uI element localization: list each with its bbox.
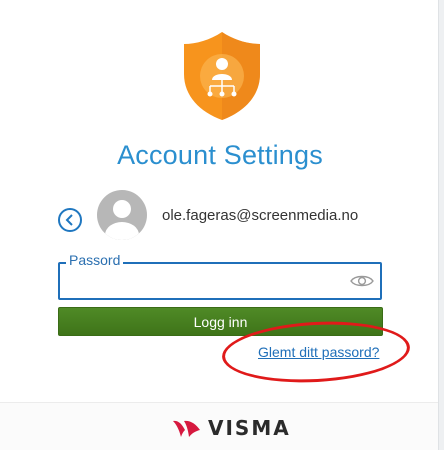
shield-user-icon xyxy=(184,32,260,120)
password-input[interactable] xyxy=(66,272,350,294)
window-right-edge xyxy=(438,0,444,450)
avatar xyxy=(97,190,147,240)
forgot-password-link[interactable]: Glemt ditt passord? xyxy=(258,344,379,360)
eye-icon[interactable] xyxy=(350,273,374,289)
chevron-left-icon xyxy=(65,214,73,226)
page-title: Account Settings xyxy=(117,140,323,170)
account-email: ole.fageras@screenmedia.no xyxy=(162,207,359,224)
back-button[interactable] xyxy=(58,208,82,232)
password-label: Passord xyxy=(66,252,124,268)
visma-logo: VISMA xyxy=(172,416,291,440)
visma-mark-icon xyxy=(173,420,200,437)
brand-name: VISMA xyxy=(208,416,291,440)
